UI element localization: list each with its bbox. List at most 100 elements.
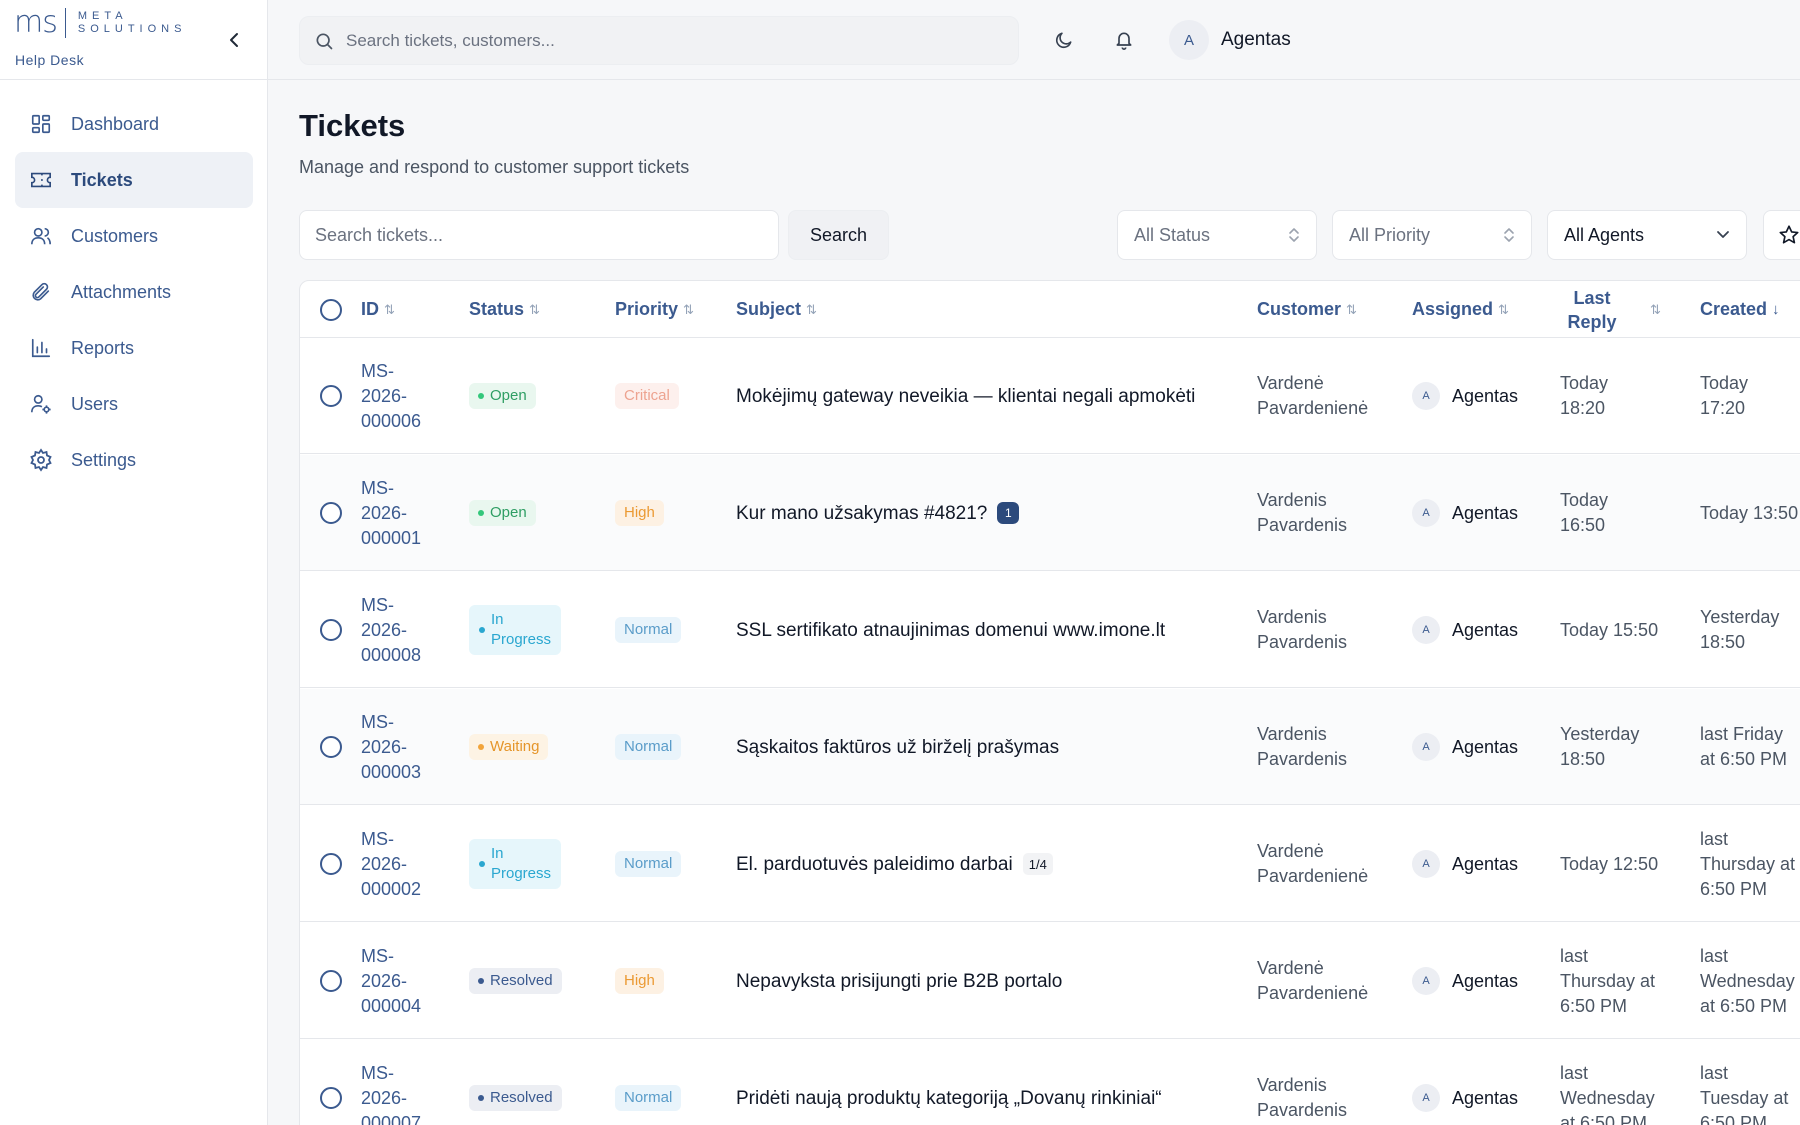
row-checkbox[interactable] <box>320 970 342 992</box>
status-filter[interactable]: All Status <box>1117 210 1317 260</box>
global-search-input[interactable] <box>346 30 966 51</box>
time-line: Tuesday at <box>1700 1087 1789 1108</box>
ticket-id-link[interactable]: MS- 2026- 000001 <box>361 476 421 551</box>
bar-chart-icon <box>29 336 53 360</box>
table-row[interactable]: MS- 2026- 000002 In Progress Normal El. par… <box>300 806 1800 922</box>
row-checkbox[interactable] <box>320 736 342 758</box>
ticket-subject[interactable]: El. parduotuvės paleidimo darbai <box>736 852 1013 877</box>
global-search[interactable] <box>299 16 1019 65</box>
priority-filter[interactable]: All Priority <box>1332 210 1532 260</box>
column-assigned[interactable]: Assigned ⇅ <box>1412 281 1509 338</box>
collapse-sidebar-button[interactable] <box>224 27 244 53</box>
agent-name: Agentas <box>1452 619 1519 640</box>
sort-icon: ⇅ <box>806 301 817 317</box>
column-status[interactable]: Status ⇅ <box>469 281 540 338</box>
sidebar-item-settings[interactable]: Settings <box>15 432 253 488</box>
ticket-id-part: 000003 <box>361 761 422 782</box>
column-id[interactable]: ID ⇅ <box>361 281 395 338</box>
priority-badge: High <box>615 968 664 994</box>
customer-last-name: Pavardenis <box>1257 632 1348 652</box>
sidebar-item-attachments[interactable]: Attachments <box>15 264 253 320</box>
ticket-id-link[interactable]: MS- 2026- 000003 <box>361 710 421 785</box>
logo-mark: ms <box>14 5 58 40</box>
customer-last-name: Pavardenienė <box>1257 983 1369 1003</box>
last-reply-time: Today 15:50 <box>1560 618 1658 643</box>
row-checkbox[interactable] <box>320 502 342 524</box>
table-row[interactable]: MS- 2026- 000006 Open Critical Mokėjimų ga… <box>300 338 1800 454</box>
ticket-search[interactable] <box>299 210 779 260</box>
ticket-subject[interactable]: SSL sertifikato atnaujinimas domenui www… <box>736 618 1165 643</box>
logo-wordmark: META SOLUTIONS <box>78 10 187 36</box>
ticket-subject[interactable]: Nepavyksta prisijungti prie B2B portalo <box>736 969 1062 994</box>
status-label: Open <box>490 387 527 404</box>
ticket-id-link[interactable]: MS- 2026- 000006 <box>361 359 421 434</box>
select-all-checkbox[interactable] <box>320 298 342 321</box>
row-checkbox[interactable] <box>320 1087 342 1109</box>
agent-name: Agentas <box>1452 736 1519 757</box>
sidebar-item-dashboard[interactable]: Dashboard <box>15 96 253 152</box>
theme-toggle-button[interactable] <box>1050 26 1078 54</box>
customer-last-name: Pavardenienė <box>1257 398 1369 418</box>
row-checkbox[interactable] <box>320 619 342 641</box>
column-subject[interactable]: Subject ⇅ <box>736 281 817 338</box>
paperclip-icon <box>29 280 53 304</box>
last-reply-time: Today 16:50 <box>1560 488 1608 538</box>
table-row[interactable]: MS- 2026- 000003 Waiting Normal Sąskaitos … <box>300 689 1800 805</box>
status-dot <box>478 744 484 750</box>
ticket-id-link[interactable]: MS- 2026- 000002 <box>361 827 421 902</box>
ticket-id-part: MS- <box>361 828 394 849</box>
row-checkbox[interactable] <box>320 385 342 407</box>
ticket-subject[interactable]: Mokėjimų gateway neveikia — klientai neg… <box>736 384 1195 409</box>
sidebar-item-tickets[interactable]: Tickets <box>15 152 253 208</box>
dashboard-icon <box>29 112 53 136</box>
sort-icon: ⇅ <box>1650 301 1661 317</box>
customer-first-name: Vardenis <box>1257 724 1327 744</box>
ticket-id-link[interactable]: MS- 2026- 000007 <box>361 1061 421 1125</box>
chevron-left-icon <box>230 33 238 47</box>
last-reply-time: Today 12:50 <box>1560 852 1658 877</box>
search-button[interactable]: Search <box>788 210 889 260</box>
status-dot <box>478 510 484 516</box>
assigned-agent: A Agentas <box>1412 967 1518 995</box>
column-last-reply[interactable]: Last Reply ⇅ <box>1552 281 1661 338</box>
starred-filter-button[interactable] <box>1763 210 1800 260</box>
time-line: Today 12:50 <box>1560 853 1659 874</box>
table-row[interactable]: MS- 2026- 000008 In Progress Normal SSL ser… <box>300 572 1800 688</box>
ticket-subject[interactable]: Sąskaitos faktūros už birželį prašymas <box>736 735 1059 760</box>
table-row[interactable]: MS- 2026- 000007 Resolved Normal Pridėti n… <box>300 1040 1800 1125</box>
created-time: Today 13:50 <box>1700 501 1798 526</box>
table-row[interactable]: MS- 2026- 000001 Open High Kur mano užsaky… <box>300 455 1800 571</box>
user-menu[interactable]: A Agentas <box>1169 20 1291 60</box>
ticket-id-link[interactable]: MS- 2026- 000008 <box>361 593 421 668</box>
ticket-icon <box>29 168 53 192</box>
time-line: at 6:50 PM <box>1560 1112 1648 1125</box>
table-row[interactable]: MS- 2026- 000004 Resolved High Nepavyksta … <box>300 923 1800 1039</box>
time-line: 18:50 <box>1700 632 1746 652</box>
column-created[interactable]: Created ↓ <box>1700 281 1780 338</box>
sidebar-item-customers[interactable]: Customers <box>15 208 253 264</box>
sidebar-item-reports[interactable]: Reports <box>15 320 253 376</box>
app-subtitle: Help Desk <box>15 52 85 68</box>
status-label-line: Progress <box>491 631 552 648</box>
ticket-search-input[interactable] <box>315 224 755 246</box>
status-label: Resolved <box>490 972 553 989</box>
column-label: Status <box>469 299 525 319</box>
notifications-button[interactable] <box>1110 26 1138 54</box>
column-priority[interactable]: Priority ⇅ <box>615 281 694 338</box>
company-logo[interactable]: ms META SOLUTIONS <box>14 8 186 38</box>
time-line: last <box>1700 828 1729 849</box>
user-name: Agentas <box>1221 29 1291 50</box>
status-filter-value: All Status <box>1134 224 1211 245</box>
ticket-subject[interactable]: Pridėti naują produktų kategoriją „Dovan… <box>736 1086 1162 1111</box>
status-badge: Open <box>469 500 536 526</box>
column-customer[interactable]: Customer ⇅ <box>1257 281 1357 338</box>
ticket-subject[interactable]: Kur mano užsakymas #4821? <box>736 501 987 526</box>
ticket-id-part: MS- <box>361 945 394 966</box>
time-line: Today 15:50 <box>1560 619 1659 640</box>
ticket-id-link[interactable]: MS- 2026- 000004 <box>361 944 421 1019</box>
sort-icon: ⇅ <box>1346 301 1357 317</box>
customer-name: Vardenis Pavardenis <box>1257 488 1347 538</box>
row-checkbox[interactable] <box>320 853 342 875</box>
agent-filter[interactable]: All Agents <box>1547 210 1747 260</box>
sidebar-item-users[interactable]: Users <box>15 376 253 432</box>
